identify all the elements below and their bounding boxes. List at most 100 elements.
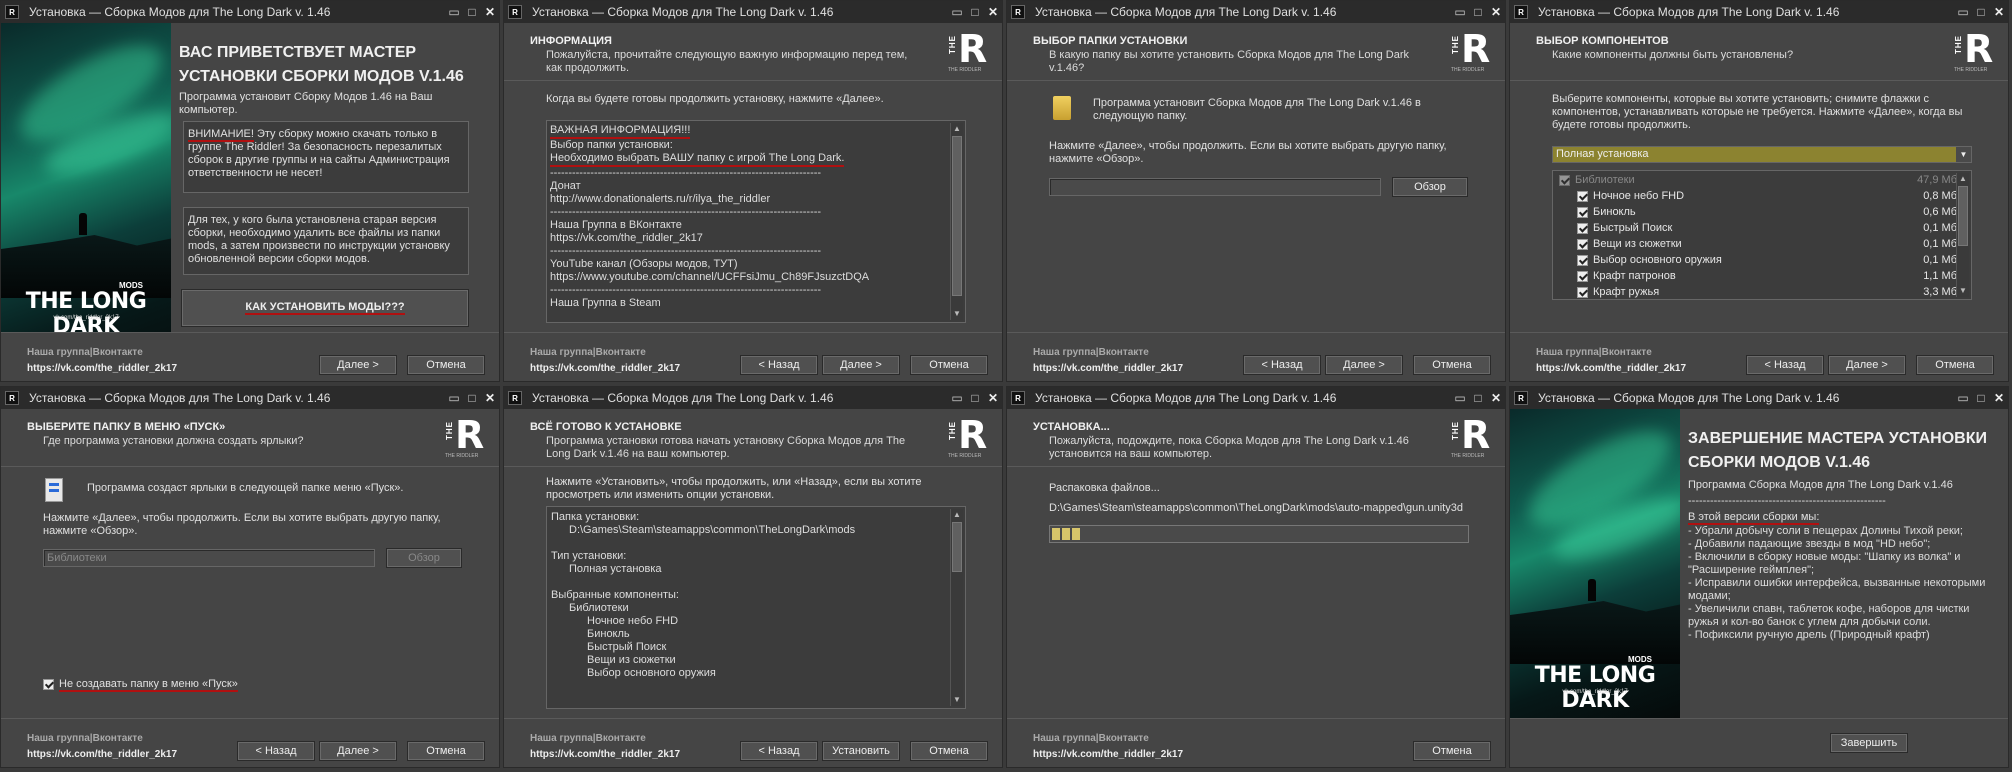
maximize-icon[interactable]: □	[1469, 391, 1487, 405]
group-label[interactable]: Наша группа|Вконтакте	[1536, 347, 1652, 358]
close-icon[interactable]: ✕	[1487, 391, 1505, 405]
cancel-button[interactable]: Отмена	[910, 355, 988, 375]
install-path-input[interactable]	[1049, 178, 1381, 196]
minimize-icon[interactable]: ▭	[445, 391, 463, 405]
maximize-icon[interactable]: □	[1972, 5, 1990, 19]
install-type-select[interactable]: Полная установка ▼	[1552, 146, 1972, 163]
component-item[interactable]: Вещи из сюжетки 0,1 Мб	[1553, 236, 1957, 252]
checkbox-icon[interactable]	[1577, 238, 1588, 250]
finish-button[interactable]: Завершить	[1830, 733, 1908, 753]
scroll-up-icon[interactable]: ▲	[1957, 173, 1969, 185]
next-button[interactable]: Далее >	[319, 355, 397, 375]
checkbox-icon[interactable]	[1559, 174, 1570, 186]
component-item[interactable]: Бинокль 0,6 Мб	[1553, 204, 1957, 220]
maximize-icon[interactable]: □	[463, 391, 481, 405]
press-next-text: Нажмите «Далее», чтобы продолжить. Если …	[1049, 140, 1447, 165]
browse-button[interactable]: Обзор	[1392, 177, 1468, 197]
group-url[interactable]: https://vk.com/the_riddler_2k17	[27, 749, 177, 760]
scroll-thumb[interactable]	[952, 136, 962, 296]
scroll-down-icon[interactable]: ▼	[951, 694, 963, 706]
startmenu-folder-input[interactable]: Библиотеки	[43, 549, 375, 567]
minimize-icon[interactable]: ▭	[1954, 5, 1972, 19]
group-label[interactable]: Наша группа|Вконтакте	[530, 347, 646, 358]
browse-button[interactable]: Обзор	[386, 548, 462, 568]
cancel-button[interactable]: Отмена	[407, 355, 485, 375]
checkbox-icon[interactable]	[1577, 190, 1588, 202]
close-icon[interactable]: ✕	[1990, 5, 2008, 19]
back-button[interactable]: < Назад	[740, 741, 818, 761]
group-url[interactable]: https://vk.com/the_riddler_2k17	[1033, 363, 1183, 374]
ready-memo[interactable]: Папка установки: D:\Games\Steam\steamapps…	[546, 506, 966, 709]
group-label[interactable]: Наша группа|Вконтакте	[530, 733, 646, 744]
back-button[interactable]: < Назад	[740, 355, 818, 375]
maximize-icon[interactable]: □	[1469, 5, 1487, 19]
checkbox-icon[interactable]	[1577, 286, 1588, 298]
group-url[interactable]: https://vk.com/the_riddler_2k17	[530, 363, 680, 374]
group-url[interactable]: https://vk.com/the_riddler_2k17	[1033, 749, 1183, 760]
minimize-icon[interactable]: ▭	[1451, 391, 1469, 405]
component-item[interactable]: Выбор основного оружия 0,1 Мб	[1553, 252, 1957, 268]
checkbox-icon[interactable]	[1577, 206, 1588, 218]
component-item[interactable]: Крафт патронов 1,1 Мб	[1553, 268, 1957, 284]
cancel-button[interactable]: Отмена	[1413, 741, 1491, 761]
close-icon[interactable]: ✕	[984, 391, 1002, 405]
scroll-up-icon[interactable]: ▲	[951, 123, 963, 135]
group-label[interactable]: Наша группа|Вконтакте	[1033, 733, 1149, 744]
components-list[interactable]: Библиотеки 47,9 Мб Ночное небо FHD 0,8 Мб Би…	[1552, 170, 1972, 300]
component-item[interactable]: Ночное небо FHD 0,8 Мб	[1553, 188, 1957, 204]
scrollbar[interactable]: ▲ ▼	[950, 123, 963, 320]
minimize-icon[interactable]: ▭	[445, 5, 463, 19]
group-url[interactable]: https://vk.com/the_riddler_2k17	[1536, 363, 1686, 374]
component-item[interactable]: Крафт ружья 3,3 Мб	[1553, 284, 1957, 299]
scroll-up-icon[interactable]: ▲	[951, 509, 963, 521]
howto-button[interactable]: КАК УСТАНОВИТЬ МОДЫ???	[181, 289, 469, 327]
checkbox-icon[interactable]	[1577, 222, 1588, 234]
minimize-icon[interactable]: ▭	[948, 5, 966, 19]
minimize-icon[interactable]: ▭	[948, 391, 966, 405]
dropdown-chevron-icon[interactable]: ▼	[1956, 147, 1971, 162]
checkbox-icon[interactable]	[43, 678, 54, 690]
install-button[interactable]: Установить	[822, 741, 900, 761]
maximize-icon[interactable]: □	[463, 5, 481, 19]
scroll-thumb[interactable]	[1958, 186, 1968, 246]
cancel-button[interactable]: Отмена	[1413, 355, 1491, 375]
component-item[interactable]: Библиотеки 47,9 Мб	[1553, 172, 1957, 188]
group-url[interactable]: https://vk.com/the_riddler_2k17	[27, 363, 177, 374]
close-icon[interactable]: ✕	[481, 391, 499, 405]
scroll-down-icon[interactable]: ▼	[951, 308, 963, 320]
minimize-icon[interactable]: ▭	[1954, 391, 1972, 405]
back-button[interactable]: < Назад	[1746, 355, 1824, 375]
next-button[interactable]: Далее >	[822, 355, 900, 375]
next-button[interactable]: Далее >	[319, 741, 397, 761]
minimize-icon[interactable]: ▭	[1451, 5, 1469, 19]
cancel-button[interactable]: Отмена	[1916, 355, 1994, 375]
back-button[interactable]: < Назад	[237, 741, 315, 761]
next-button[interactable]: Далее >	[1828, 355, 1906, 375]
scrollbar[interactable]: ▲ ▼	[1956, 173, 1969, 297]
close-icon[interactable]: ✕	[481, 5, 499, 19]
group-label[interactable]: Наша группа|Вконтакте	[1033, 347, 1149, 358]
close-icon[interactable]: ✕	[984, 5, 1002, 19]
component-label: Быстрый Поиск	[1593, 222, 1673, 234]
maximize-icon[interactable]: □	[1972, 391, 1990, 405]
ready-line: D:\Games\Steam\steamapps\common\TheLongD…	[569, 524, 856, 536]
component-item[interactable]: Быстрый Поиск 0,1 Мб	[1553, 220, 1957, 236]
cancel-button[interactable]: Отмена	[407, 741, 485, 761]
group-label[interactable]: Наша группа|Вконтакте	[27, 347, 143, 358]
scrollbar[interactable]: ▲ ▼	[950, 509, 963, 706]
info-memo[interactable]: ВАЖНАЯ ИНФОРМАЦИЯ!!! Выбор папки установк…	[546, 120, 966, 323]
maximize-icon[interactable]: □	[966, 391, 984, 405]
cancel-button[interactable]: Отмена	[910, 741, 988, 761]
scroll-down-icon[interactable]: ▼	[1957, 285, 1969, 297]
group-label[interactable]: Наша группа|Вконтакте	[27, 733, 143, 744]
close-icon[interactable]: ✕	[1990, 391, 2008, 405]
next-button[interactable]: Далее >	[1325, 355, 1403, 375]
checkbox-icon[interactable]	[1577, 254, 1588, 266]
group-url[interactable]: https://vk.com/the_riddler_2k17	[530, 749, 680, 760]
back-button[interactable]: < Назад	[1243, 355, 1321, 375]
close-icon[interactable]: ✕	[1487, 5, 1505, 19]
maximize-icon[interactable]: □	[966, 5, 984, 19]
nocreate-checkbox[interactable]: Не создавать папку в меню «Пуск»	[43, 678, 238, 692]
scroll-thumb[interactable]	[952, 522, 962, 572]
checkbox-icon[interactable]	[1577, 270, 1588, 282]
